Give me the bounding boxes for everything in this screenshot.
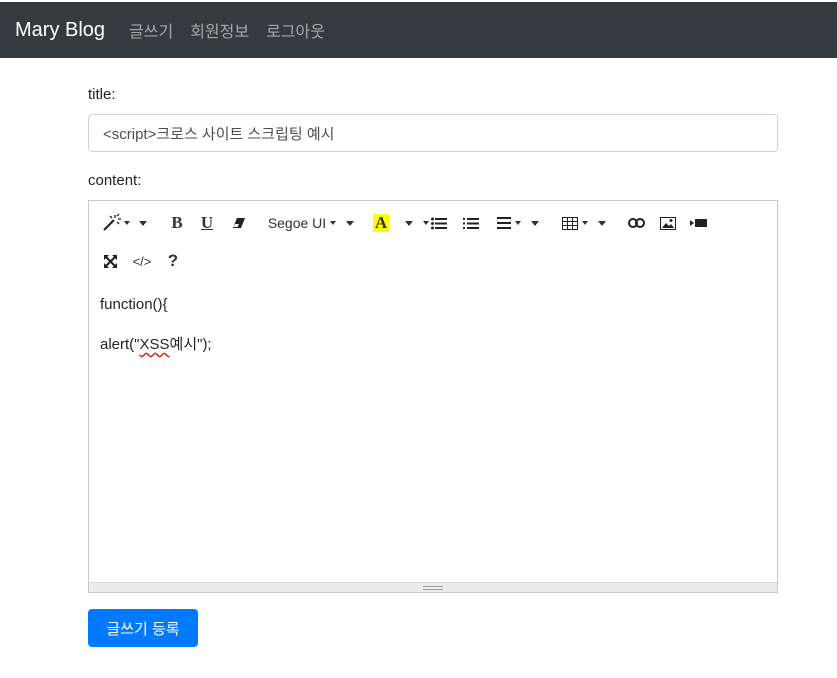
fullscreen-icon	[103, 254, 117, 268]
chevron-down-icon	[346, 220, 355, 226]
editor-resize-bar[interactable]	[89, 582, 777, 592]
title-input[interactable]	[88, 114, 778, 152]
magic-style-button[interactable]	[99, 209, 149, 237]
bold-icon: B	[171, 213, 183, 232]
video-icon	[689, 219, 707, 227]
spellcheck-marker: XSS	[139, 336, 170, 353]
ordered-list-icon	[463, 217, 479, 229]
underline-button[interactable]: U	[197, 209, 217, 237]
font-color-icon: A	[372, 213, 390, 232]
ordered-list-button[interactable]	[461, 209, 481, 237]
code-view-button[interactable]: </>	[129, 247, 155, 275]
fullscreen-button[interactable]	[99, 247, 121, 275]
underline-icon: U	[200, 213, 214, 232]
editor-toolbar-row-1: B U Segoe UI A	[89, 201, 777, 235]
chevron-down-icon	[582, 221, 588, 225]
title-label: title:	[88, 86, 116, 103]
resize-grip-icon	[423, 585, 443, 590]
submit-post-button[interactable]: 글쓰기 등록	[88, 609, 198, 647]
paragraph-align-button[interactable]	[493, 209, 543, 237]
magic-icon	[103, 214, 121, 231]
chevron-down-icon	[124, 221, 130, 225]
link-icon	[627, 218, 645, 228]
chevron-down-icon	[139, 220, 147, 226]
navbar: Mary Blog 글쓰기 회원정보 로그아웃	[0, 2, 837, 58]
bold-button[interactable]: B	[167, 209, 187, 237]
code-view-icon: </>	[132, 253, 152, 269]
table-icon	[562, 216, 578, 230]
table-button[interactable]	[559, 209, 609, 237]
nav-profile-link[interactable]: 회원정보	[190, 18, 249, 42]
help-button[interactable]: ?	[163, 247, 183, 275]
font-color-button[interactable]: A	[372, 209, 414, 237]
font-name-dropdown[interactable]: Segoe UI	[265, 209, 357, 237]
content-line-1: function(){	[100, 296, 168, 313]
chevron-down-icon	[598, 220, 606, 226]
editor-content-area[interactable]: function(){ alert("XSS예시");	[89, 281, 777, 581]
remove-format-button[interactable]	[229, 209, 249, 237]
paragraph-align-icon	[497, 217, 511, 229]
unordered-list-button[interactable]	[421, 209, 449, 237]
content-label: content:	[88, 172, 142, 189]
brand-link[interactable]: Mary Blog	[15, 19, 105, 42]
chevron-down-icon	[330, 221, 337, 225]
chevron-down-icon	[531, 220, 539, 226]
unordered-list-icon	[431, 217, 447, 229]
help-icon: ?	[167, 251, 179, 270]
video-button[interactable]	[687, 209, 709, 237]
content-line-2: alert("XSS예시");	[100, 336, 212, 353]
chevron-down-icon	[423, 221, 429, 225]
font-name-label: Segoe UI	[267, 215, 327, 231]
eraser-icon	[233, 218, 245, 228]
nav-logout-link[interactable]: 로그아웃	[266, 18, 325, 42]
rich-text-editor: B U Segoe UI A </> ? function(){alert("…	[88, 200, 778, 593]
chevron-down-icon	[405, 220, 414, 226]
editor-toolbar-row-2: </> ?	[89, 239, 777, 273]
picture-button[interactable]	[657, 209, 679, 237]
chevron-down-icon	[515, 221, 521, 225]
picture-icon	[660, 216, 676, 230]
link-button[interactable]	[625, 209, 647, 237]
nav-write-link[interactable]: 글쓰기	[129, 18, 173, 42]
